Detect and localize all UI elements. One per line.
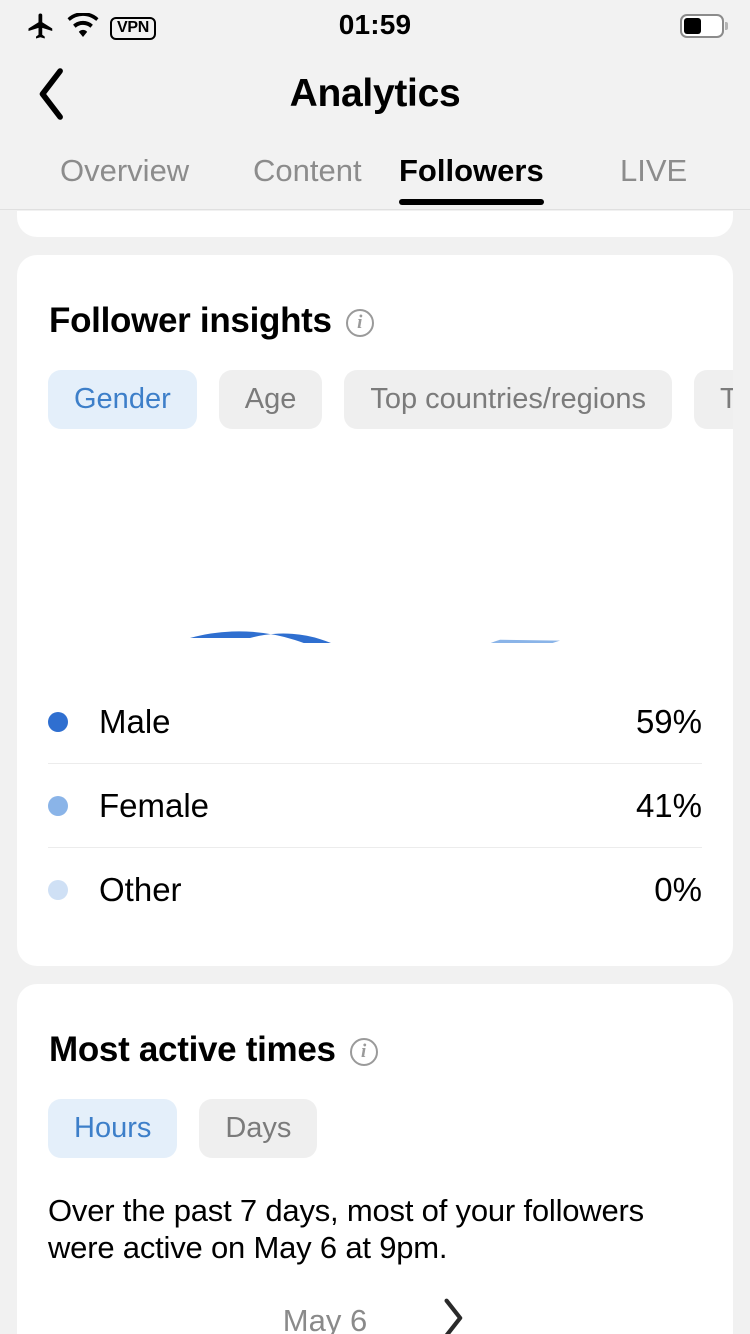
chip-hours[interactable]: Hours xyxy=(48,1099,178,1158)
follower-insights-card: Follower insights i Gender Age Top count… xyxy=(17,255,733,966)
legend-dot-female xyxy=(48,795,68,816)
chip-days[interactable]: Days xyxy=(199,1099,318,1158)
gender-donut-chart xyxy=(17,443,733,658)
gender-semicircle-svg xyxy=(190,631,560,643)
follower-insights-chip-row[interactable]: Gender Age Top countries/regions To xyxy=(17,341,733,429)
tab-content[interactable]: Content xyxy=(253,153,362,205)
legend-row-male: Male 59% xyxy=(48,680,702,764)
legend-value-male: 59% xyxy=(635,702,702,740)
tab-live[interactable]: LIVE xyxy=(620,153,687,205)
status-bar-clock: 01:59 xyxy=(338,9,412,40)
tab-followers[interactable]: Followers xyxy=(399,153,544,205)
navigation-bar: Analytics xyxy=(0,52,750,140)
chip-top-cities[interactable]: To xyxy=(694,370,733,429)
legend-row-other: Other 0% xyxy=(48,848,702,932)
donut-segment-female xyxy=(490,639,560,643)
chip-age[interactable]: Age xyxy=(218,370,323,429)
legend-dot-male xyxy=(48,711,68,732)
most-active-times-card: Most active times i Hours Days Over the … xyxy=(17,984,733,1334)
donut-segment-male xyxy=(190,631,331,643)
most-active-times-title: Most active times xyxy=(49,1030,336,1069)
legend-value-other: 0% xyxy=(654,871,702,908)
most-active-times-chip-row[interactable]: Hours Days xyxy=(17,1070,733,1158)
status-bar-right-icons xyxy=(680,14,728,38)
most-active-times-header: Most active times i xyxy=(17,984,733,1070)
tab-overview[interactable]: Overview xyxy=(60,153,189,205)
selected-day-label: May 6 xyxy=(282,1302,368,1334)
legend-label-other: Other xyxy=(99,871,182,908)
day-selector[interactable]: May 6 xyxy=(17,1266,733,1334)
analytics-tab-bar: Overview Content Followers LIVE xyxy=(0,140,750,210)
legend-label-male: Male xyxy=(99,702,171,740)
legend-value-female: 41% xyxy=(635,786,702,824)
previous-card-partial xyxy=(17,211,733,237)
follower-insights-header: Follower insights i xyxy=(17,255,733,341)
chip-gender[interactable]: Gender xyxy=(48,370,197,429)
page-title: Analytics xyxy=(289,72,461,115)
scroll-content[interactable]: Follower insights i Gender Age Top count… xyxy=(0,211,750,1334)
info-icon[interactable]: i xyxy=(345,309,374,337)
status-bar: VPN 01:59 xyxy=(0,0,750,52)
phone-screen: VPN 01:59 Analytics Overview Content Fol… xyxy=(0,0,750,1334)
follower-insights-title: Follower insights xyxy=(49,301,332,340)
gender-legend: Male 59% Female 41% Other 0% xyxy=(17,658,733,966)
most-active-times-description: Over the past 7 days, most of your follo… xyxy=(48,1193,644,1266)
battery-icon xyxy=(680,14,728,38)
chip-top-countries-regions[interactable]: Top countries/regions xyxy=(344,370,672,429)
info-icon[interactable]: i xyxy=(349,1038,378,1066)
chevron-right-icon[interactable] xyxy=(441,1297,467,1334)
legend-row-female: Female 41% xyxy=(48,764,702,848)
legend-dot-other xyxy=(48,880,68,900)
legend-label-female: Female xyxy=(99,786,210,824)
